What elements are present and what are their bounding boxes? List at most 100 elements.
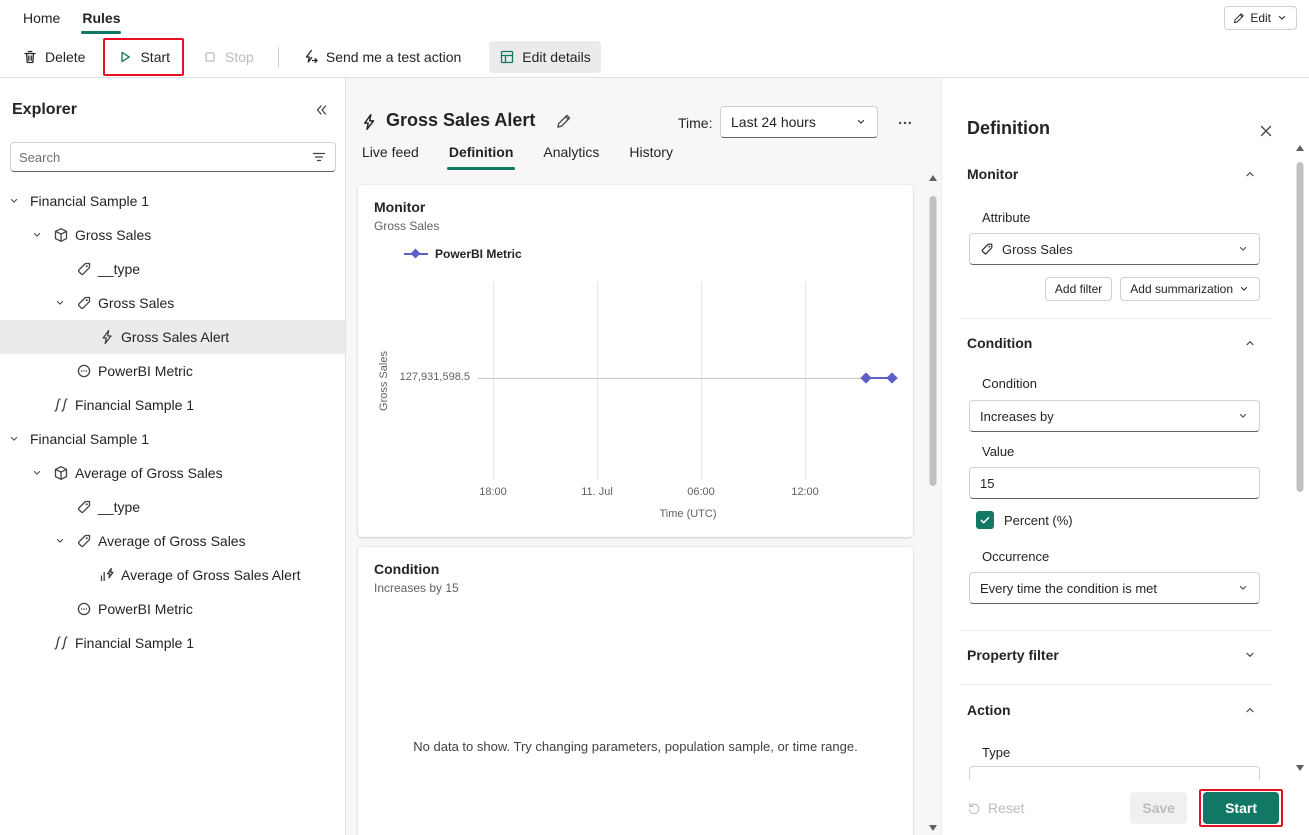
save-button[interactable]: Save (1130, 792, 1187, 824)
scroll-up-icon[interactable] (1293, 140, 1306, 155)
panel-footer: Reset Save Start (942, 780, 1291, 835)
percent-checkbox-row[interactable]: Percent (%) (976, 511, 1073, 529)
tree-item-gross-sales-object[interactable]: Gross Sales (0, 218, 345, 252)
explorer-header: Explorer (12, 98, 333, 122)
main-content: Gross Sales Alert Time: Last 24 hours Li… (346, 78, 941, 835)
scrollbar-thumb[interactable] (1296, 162, 1303, 492)
tree-item-label: Financial Sample 1 (30, 431, 149, 447)
stop-button[interactable]: Stop (192, 41, 264, 73)
scroll-up-icon[interactable] (925, 170, 940, 185)
tab-analytics[interactable]: Analytics (541, 136, 601, 170)
add-filter-button[interactable]: Add filter (1045, 277, 1112, 301)
condition-card: Condition Increases by 15 No data to sho… (358, 547, 913, 835)
chevron-down-icon[interactable] (8, 433, 30, 445)
tag-icon (76, 499, 98, 515)
condition-label: Condition (982, 376, 1037, 391)
chevron-down-icon[interactable] (8, 195, 30, 207)
nav-tab-home[interactable]: Home (12, 0, 71, 36)
nav-tab-rules[interactable]: Rules (71, 0, 131, 36)
time-label: Time: (678, 115, 712, 131)
attribute-dropdown[interactable]: Gross Sales (969, 233, 1260, 265)
start-button[interactable]: Start (107, 41, 180, 73)
chevron-down-icon[interactable] (31, 467, 53, 479)
monitor-card-subtitle: Gross Sales (374, 219, 439, 233)
x-tick-label: 18:00 (479, 486, 507, 498)
tree-item-type[interactable]: __type (0, 252, 345, 286)
tree-item-label: PowerBI Metric (98, 363, 193, 379)
tree-item-gross-sales-alert[interactable]: Gross Sales Alert (0, 320, 345, 354)
tree-item-label: __type (98, 499, 140, 515)
chevron-up-icon[interactable] (1242, 702, 1258, 718)
event-cube-icon (53, 227, 75, 243)
chevron-down-icon[interactable] (54, 297, 76, 309)
edit-dropdown-button[interactable]: Edit (1224, 6, 1297, 30)
send-test-action-button[interactable]: Send me a test action (293, 41, 471, 73)
panel-start-button[interactable]: Start (1203, 792, 1279, 824)
scroll-down-icon[interactable] (1293, 760, 1306, 775)
legend-diamond-marker (404, 249, 428, 259)
tree-item-average-gross-sales-alert[interactable]: Average of Gross Sales Alert (0, 558, 345, 592)
chevron-down-icon[interactable] (1242, 647, 1258, 663)
collapse-panel-icon[interactable] (309, 98, 333, 122)
panel-scrollbar[interactable] (1293, 140, 1306, 775)
eventstream-icon (53, 635, 75, 651)
tree-item-label: Average of Gross Sales (75, 465, 223, 481)
filter-icon[interactable] (311, 149, 327, 165)
active-tab-underline (81, 31, 121, 34)
chevron-up-icon[interactable] (1242, 335, 1258, 351)
rename-pencil-icon[interactable] (556, 113, 572, 129)
tree-item-type[interactable]: __type (0, 490, 345, 524)
tree-item-label: Financial Sample 1 (75, 397, 194, 413)
chevron-down-icon[interactable] (31, 229, 53, 241)
tree-item-financial-sample-1-stream[interactable]: Financial Sample 1 (0, 388, 345, 422)
tree-item-financial-sample-1-stream[interactable]: Financial Sample 1 (0, 626, 345, 660)
check-icon (979, 514, 991, 526)
section-header-property-filter: Property filter (967, 647, 1059, 663)
time-range-dropdown[interactable]: Last 24 hours (720, 106, 878, 138)
occurrence-dropdown[interactable]: Every time the condition is met (969, 572, 1260, 604)
percent-checkbox[interactable] (976, 511, 994, 529)
delete-button[interactable]: Delete (12, 41, 95, 73)
add-summarization-button[interactable]: Add summarization (1120, 277, 1260, 301)
tree-item-financial-sample-1[interactable]: Financial Sample 1 (0, 422, 345, 456)
rule-tabs: Live feed Definition Analytics History (360, 136, 701, 170)
chevron-up-icon[interactable] (1242, 166, 1258, 182)
tab-definition[interactable]: Definition (447, 136, 516, 170)
section-header-action: Action (967, 702, 1011, 718)
value-label: Value (982, 444, 1014, 459)
condition-card-subtitle: Increases by 15 (374, 581, 459, 595)
reset-button[interactable]: Reset (967, 800, 1025, 816)
tab-history[interactable]: History (627, 136, 675, 170)
reset-button-label: Reset (988, 800, 1025, 816)
edit-details-label: Edit details (522, 49, 590, 65)
gridline (493, 282, 494, 480)
condition-dropdown[interactable]: Increases by (969, 400, 1260, 432)
section-header-monitor: Monitor (967, 166, 1018, 182)
tree-item-powerbi-metric[interactable]: PowerBI Metric (0, 592, 345, 626)
x-tick-label: 12:00 (791, 486, 819, 498)
tree-item-gross-sales-attribute[interactable]: Gross Sales (0, 286, 345, 320)
tab-live-feed[interactable]: Live feed (360, 136, 421, 170)
search-input[interactable] (19, 150, 311, 165)
close-icon[interactable] (1255, 120, 1277, 142)
scrollbar-thumb[interactable] (929, 196, 936, 486)
y-axis-tick-value: 127,931,598.5 (388, 371, 470, 383)
tree-item-average-gross-sales-attribute[interactable]: Average of Gross Sales (0, 524, 345, 558)
definition-panel: Definition Monitor Attribute Gross Sales… (941, 78, 1291, 835)
more-options-icon[interactable] (892, 110, 918, 136)
tree-item-financial-sample-1[interactable]: Financial Sample 1 (0, 184, 345, 218)
scroll-down-icon[interactable] (925, 820, 940, 835)
value-input[interactable] (969, 467, 1260, 499)
edit-details-button[interactable]: Edit details (489, 41, 600, 73)
main-scrollbar[interactable] (925, 170, 940, 835)
tree-item-powerbi-metric[interactable]: PowerBI Metric (0, 354, 345, 388)
gridline (805, 282, 806, 480)
start-button-label: Start (140, 49, 170, 65)
explorer-panel: Explorer Financial Sample 1 Gross Sales … (0, 78, 346, 835)
tree-item-label: __type (98, 261, 140, 277)
add-summarization-label: Add summarization (1130, 282, 1233, 296)
no-data-message: No data to show. Try changing parameters… (358, 739, 913, 754)
tree-item-label: PowerBI Metric (98, 601, 193, 617)
chevron-down-icon[interactable] (54, 535, 76, 547)
tree-item-average-gross-sales-object[interactable]: Average of Gross Sales (0, 456, 345, 490)
